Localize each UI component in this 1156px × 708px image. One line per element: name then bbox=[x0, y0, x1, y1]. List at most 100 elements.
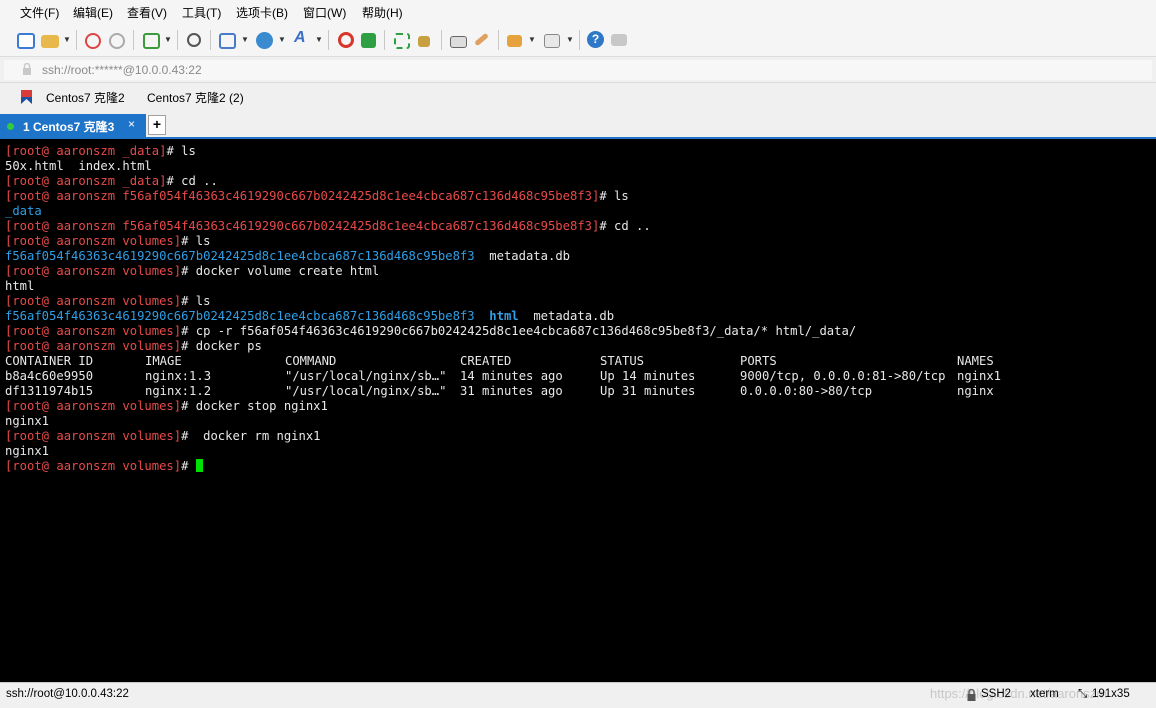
toolbar-separator bbox=[76, 30, 77, 50]
command-text: # cd .. bbox=[166, 174, 218, 188]
table-cell: nginx:1.3 bbox=[145, 369, 212, 383]
output-line: nginx1 bbox=[5, 444, 49, 459]
toolbar-separator bbox=[177, 30, 178, 50]
properties-icon[interactable] bbox=[143, 33, 160, 49]
output-line: 50x.html index.html bbox=[5, 159, 152, 174]
keyboard-icon[interactable] bbox=[450, 36, 467, 48]
menu-window[interactable]: 窗口(W) bbox=[303, 4, 346, 21]
output-text: html bbox=[5, 279, 35, 293]
prompt-line: [root@ aaronszm volumes]# docker volume … bbox=[5, 264, 379, 279]
connect-icon[interactable] bbox=[85, 33, 101, 49]
sessions-bar: Centos7 克隆2 Centos7 克隆2 (2) bbox=[0, 82, 1156, 111]
find-icon[interactable] bbox=[187, 33, 201, 47]
command-text: # ls bbox=[166, 144, 196, 158]
toolbar-separator bbox=[210, 30, 211, 50]
menu-help[interactable]: 帮助(H) bbox=[362, 4, 403, 21]
prompt-text: [root@ aaronszm volumes] bbox=[5, 459, 182, 473]
globe-icon[interactable] bbox=[256, 32, 273, 49]
table-cell: "/usr/local/nginx/sb…" bbox=[285, 384, 447, 398]
prompt-text: [root@ aaronszm volumes] bbox=[5, 399, 182, 413]
table-cell: 31 minutes ago bbox=[460, 384, 563, 398]
tab-session-active[interactable]: 1 Centos7 克隆3 × bbox=[0, 114, 146, 138]
prompt-line: [root@ aaronszm volumes]# docker stop ng… bbox=[5, 399, 328, 414]
directory-entry: html bbox=[489, 309, 519, 323]
session-link-1[interactable]: Centos7 克隆2 bbox=[46, 89, 125, 106]
output-line: nginx1 bbox=[5, 414, 49, 429]
terminal[interactable]: [root@ aaronszm _data]# ls 50x.html index… bbox=[0, 137, 1156, 682]
command-text: # bbox=[181, 459, 196, 473]
session-link-2[interactable]: Centos7 克隆2 (2) bbox=[147, 89, 244, 106]
prompt-text: [root@ aaronszm _data] bbox=[5, 174, 167, 188]
table-cell: nginx1 bbox=[957, 369, 1002, 383]
lock-icon[interactable] bbox=[418, 36, 430, 47]
xshell-green-icon[interactable] bbox=[361, 33, 376, 48]
font-dropdown-icon[interactable]: ▼ bbox=[315, 35, 323, 44]
open-dropdown-icon[interactable]: ▼ bbox=[63, 35, 71, 44]
table-header-cell: IMAGE bbox=[145, 354, 182, 368]
prompt-line: [root@ aaronszm _data]# ls bbox=[5, 144, 196, 159]
prompt-line: [root@ aaronszm volumes]# bbox=[5, 459, 203, 474]
menu-edit[interactable]: 编辑(E) bbox=[73, 4, 113, 21]
status-lock-icon bbox=[967, 688, 976, 701]
help-icon[interactable]: ? bbox=[587, 31, 604, 48]
command-text: # docker rm nginx1 bbox=[181, 429, 321, 443]
tab-close-icon[interactable]: × bbox=[128, 117, 135, 131]
command-text: # cp -r f56af054f46363c4619290c667b02424… bbox=[181, 324, 857, 338]
font-icon[interactable]: A bbox=[294, 29, 312, 47]
disconnect-icon[interactable] bbox=[109, 33, 125, 49]
menu-file[interactable]: 文件(F) bbox=[20, 4, 59, 21]
table-header-cell: NAMES bbox=[957, 354, 994, 368]
table-cell: 9000/tcp, 0.0.0.0:81->80/tcp bbox=[740, 369, 946, 383]
prompt-text: [root@ aaronszm volumes] bbox=[5, 324, 182, 338]
file-entry: metadata.db bbox=[474, 249, 570, 263]
fullscreen-icon[interactable] bbox=[394, 33, 410, 49]
layout-dropdown-icon[interactable]: ▼ bbox=[566, 35, 574, 44]
highlight-icon[interactable] bbox=[474, 32, 489, 47]
output-line: _data bbox=[5, 204, 42, 219]
output-line: html bbox=[5, 279, 34, 294]
output-line: f56af054f46363c4619290c667b0242425d8c1ee… bbox=[5, 249, 570, 264]
open-folder-icon[interactable] bbox=[41, 35, 59, 48]
layout-icon[interactable] bbox=[544, 34, 560, 48]
new-tab-button[interactable]: + bbox=[148, 115, 166, 135]
menu-tabs[interactable]: 选项卡(B) bbox=[236, 4, 288, 21]
transfer-dropdown-icon[interactable]: ▼ bbox=[241, 35, 249, 44]
folder-dropdown-icon[interactable]: ▼ bbox=[528, 35, 536, 44]
menu-tools[interactable]: 工具(T) bbox=[182, 4, 221, 21]
command-text: # ls bbox=[181, 234, 211, 248]
prompt-line: [root@ aaronszm volumes]# docker rm ngin… bbox=[5, 429, 321, 444]
table-cell: nginx:1.2 bbox=[145, 384, 212, 398]
table-cell: b8a4c60e9950 bbox=[5, 369, 94, 383]
new-folder-icon[interactable] bbox=[507, 35, 522, 47]
menu-view[interactable]: 查看(V) bbox=[127, 4, 167, 21]
prompt-text: [root@ aaronszm f56af054f46363c4619290c6… bbox=[5, 189, 600, 203]
prompt-text: [root@ aaronszm volumes] bbox=[5, 294, 182, 308]
transfer-icon[interactable] bbox=[219, 33, 236, 49]
directory-entry: f56af054f46363c4619290c667b0242425d8c1ee… bbox=[5, 309, 475, 323]
properties-dropdown-icon[interactable]: ▼ bbox=[164, 35, 172, 44]
toolbar-separator bbox=[579, 30, 580, 50]
chat-icon[interactable] bbox=[611, 34, 627, 46]
xftp-icon[interactable] bbox=[338, 32, 354, 48]
address-text: ssh://root:******@10.0.0.43:22 bbox=[42, 63, 202, 77]
command-text: # cd .. bbox=[599, 219, 651, 233]
address-field[interactable]: ssh://root:******@10.0.0.43:22 bbox=[4, 60, 1152, 80]
toolbar-separator bbox=[441, 30, 442, 50]
table-cell: Up 14 minutes bbox=[600, 369, 696, 383]
bookmark-icon[interactable] bbox=[21, 90, 32, 107]
menu-bar: 文件(F) 编辑(E) 查看(V) 工具(T) 选项卡(B) 窗口(W) 帮助(… bbox=[0, 0, 1156, 24]
lock-icon bbox=[22, 62, 32, 75]
table-header-cell: COMMAND bbox=[285, 354, 337, 368]
toolbar: ▼ ▼ ▼ ▼ A ▼ ▼ ▼ ? bbox=[0, 24, 1156, 56]
globe-dropdown-icon[interactable]: ▼ bbox=[278, 35, 286, 44]
file-entry: metadata.db bbox=[518, 309, 615, 323]
toolbar-separator bbox=[498, 30, 499, 50]
connected-status-icon bbox=[7, 123, 14, 130]
table-header-cell: STATUS bbox=[600, 354, 645, 368]
output-text: nginx1 bbox=[5, 444, 50, 458]
prompt-line: [root@ aaronszm volumes]# ls bbox=[5, 294, 210, 309]
new-session-icon[interactable] bbox=[17, 33, 35, 49]
toolbar-separator bbox=[384, 30, 385, 50]
output-line: f56af054f46363c4619290c667b0242425d8c1ee… bbox=[5, 309, 614, 324]
status-size-icon: ⤡ bbox=[1078, 688, 1088, 700]
